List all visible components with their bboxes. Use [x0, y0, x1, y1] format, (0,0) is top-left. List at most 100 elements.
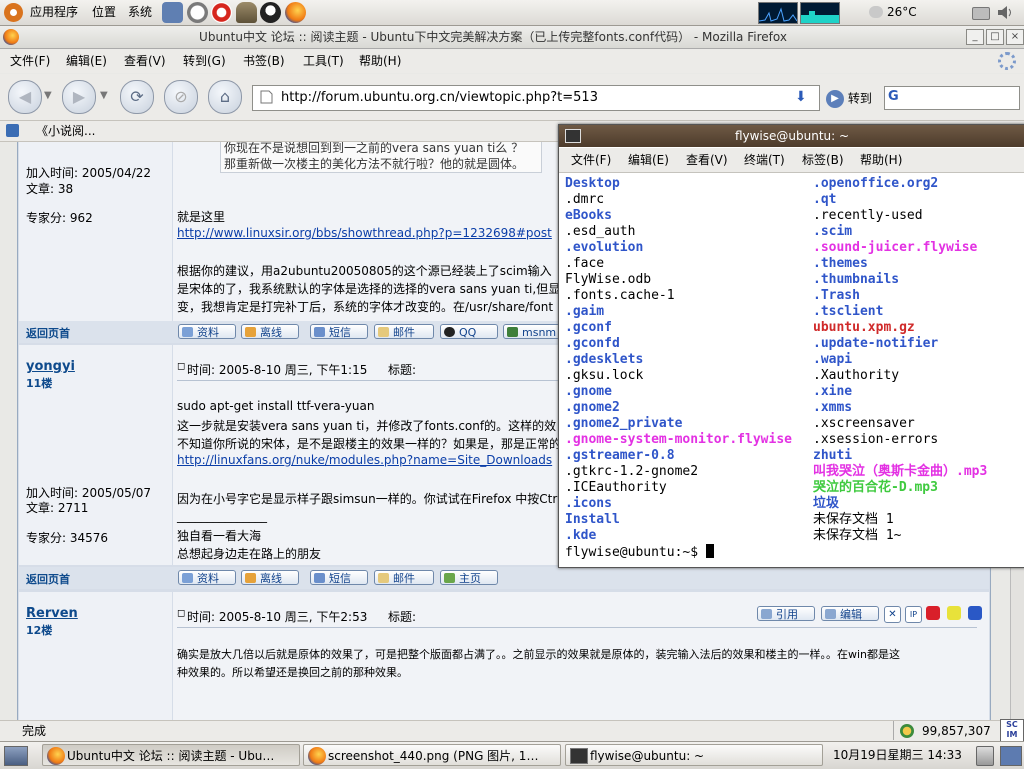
- terminal-window[interactable]: flywise@ubuntu: ~ 文件(F) 编辑(E) 查看(V) 终端(T…: [558, 124, 1024, 568]
- yellow-status-icon[interactable]: [947, 606, 961, 620]
- menu-view[interactable]: 查看(V): [124, 49, 166, 73]
- pm-button[interactable]: 短信: [310, 324, 368, 339]
- file-entry: .gnome: [565, 384, 612, 399]
- menu-edit[interactable]: 编辑(E): [66, 49, 107, 73]
- help-icon[interactable]: [211, 2, 232, 23]
- terminal-menu-terminal[interactable]: 终端(T): [744, 148, 785, 172]
- post-link[interactable]: http://linuxfans.org/nuke/modules.php?na…: [177, 453, 552, 467]
- signature-separator: _______________: [177, 509, 267, 523]
- task-firefox[interactable]: Ubuntu中文 论坛 :: 阅读主题 - Ubu…: [42, 744, 300, 766]
- weather-temperature[interactable]: 26°C: [887, 0, 917, 25]
- url-go-arrow-icon[interactable]: ⬇: [795, 89, 807, 105]
- qq-icon[interactable]: [260, 2, 281, 23]
- back-dropdown-icon[interactable]: ▼: [44, 90, 52, 101]
- offline-button[interactable]: 离线: [241, 324, 299, 339]
- post-subject-label: 标题:: [388, 610, 417, 624]
- terminal-titlebar[interactable]: flywise@ubuntu: ~: [559, 125, 1024, 147]
- search-engine-icon[interactable]: G: [888, 89, 899, 104]
- profile-icon: [182, 327, 193, 337]
- task-terminal[interactable]: flywise@ubuntu: ~: [565, 744, 823, 766]
- workspace-switcher[interactable]: [1000, 746, 1022, 766]
- terminal-menu-help[interactable]: 帮助(H): [860, 148, 902, 172]
- menu-help[interactable]: 帮助(H): [359, 49, 401, 73]
- clock[interactable]: 10月19日星期三 14:33: [833, 742, 962, 769]
- qq-button[interactable]: QQ: [440, 324, 498, 339]
- firefox-titlebar[interactable]: Ubuntu中文 论坛 :: 阅读主题 - Ubuntu下中文完美解决方案（已上…: [0, 26, 1024, 49]
- edit-button[interactable]: 编辑: [821, 606, 879, 621]
- post-author-cell: Rerven 12楼: [19, 592, 172, 720]
- signature-line: 总想起身边走在路上的朋友: [177, 547, 322, 561]
- trash-icon[interactable]: [976, 746, 994, 766]
- volume-icon[interactable]: [998, 6, 1014, 19]
- forward-dropdown-icon[interactable]: ▼: [100, 90, 108, 101]
- author-joined: 加入时间: 2005/04/22: [26, 166, 152, 180]
- delete-icon[interactable]: ✕: [884, 606, 901, 623]
- applications-menu[interactable]: 应用程序: [30, 0, 78, 25]
- go-button[interactable]: ▶ 转到: [826, 87, 872, 109]
- stop-button[interactable]: ⊘: [164, 80, 198, 114]
- quote-button[interactable]: 引用: [757, 606, 815, 621]
- post-author-name[interactable]: Rerven: [26, 606, 78, 621]
- terminal-output[interactable]: Desktop .dmrc eBooks .esd_auth .evolution .fa…: [559, 173, 1024, 567]
- file-entry: 未保存文档 1~: [813, 528, 902, 543]
- url-bar[interactable]: http://forum.ubuntu.org.cn/viewtopic.php…: [252, 85, 820, 111]
- menu-file[interactable]: 文件(F): [10, 49, 50, 73]
- ip-icon[interactable]: IP: [905, 606, 922, 623]
- maximize-button[interactable]: □: [986, 29, 1004, 45]
- terminal-menu-tabs[interactable]: 标签(B): [802, 148, 844, 172]
- terminal-menu-view[interactable]: 查看(V): [686, 148, 728, 172]
- system-menu[interactable]: 系统: [128, 0, 152, 25]
- places-menu[interactable]: 位置: [92, 0, 116, 25]
- terminal-icon: [570, 748, 588, 764]
- pm-button[interactable]: 短信: [310, 570, 368, 585]
- red-status-icon[interactable]: [926, 606, 940, 620]
- reload-button[interactable]: ⟳: [120, 80, 154, 114]
- back-button[interactable]: ◀: [8, 80, 42, 114]
- search-box[interactable]: G: [884, 86, 1020, 110]
- offline-button[interactable]: 离线: [241, 570, 299, 585]
- msn-button[interactable]: msnm: [503, 324, 561, 339]
- back-to-top-link[interactable]: 返回页首: [26, 571, 70, 587]
- post-floor: 11楼: [26, 377, 53, 390]
- blue-status-icon[interactable]: [968, 606, 982, 620]
- clock-app-icon[interactable]: [187, 2, 208, 23]
- file-entry: .gksu.lock: [565, 368, 644, 383]
- email-button[interactable]: 邮件: [374, 324, 434, 339]
- forward-button[interactable]: ▶: [62, 80, 96, 114]
- network-monitor: [800, 2, 840, 24]
- ubuntu-logo-icon[interactable]: [4, 3, 23, 22]
- menu-go[interactable]: 转到(G): [183, 49, 226, 73]
- post-link[interactable]: http://www.linuxsir.org/bbs/showthread.p…: [177, 226, 552, 240]
- profile-button[interactable]: 资料: [178, 324, 236, 339]
- file-entry: .gnome-system-monitor.flywise: [565, 432, 792, 447]
- file-entry: .dmrc: [565, 192, 605, 207]
- scim-icon[interactable]: SC IM: [1000, 719, 1024, 743]
- post-author-name[interactable]: yongyi: [26, 359, 75, 374]
- printer-icon[interactable]: [972, 7, 990, 20]
- bookmark-item[interactable]: 《小说阅...: [36, 121, 95, 141]
- file-entry: Install: [565, 512, 620, 527]
- show-desktop-icon[interactable]: [4, 746, 28, 766]
- task-image-viewer[interactable]: screenshot_440.png (PNG 图片, 1…: [303, 744, 561, 766]
- menu-tools[interactable]: 工具(T): [303, 49, 344, 73]
- terminal-menu-file[interactable]: 文件(F): [571, 148, 611, 172]
- throbber-icon: [998, 52, 1016, 70]
- firefox-icon: [47, 747, 65, 765]
- url-text[interactable]: http://forum.ubuntu.org.cn/viewtopic.php…: [281, 86, 598, 110]
- file-entry: .kde: [565, 528, 597, 543]
- profile-button[interactable]: 资料: [178, 570, 236, 585]
- gnome-icon[interactable]: [162, 2, 183, 23]
- back-to-top-link[interactable]: 返回页首: [26, 325, 70, 341]
- homepage-button[interactable]: 主页: [440, 570, 498, 585]
- firefox-icon[interactable]: [285, 2, 306, 23]
- close-button[interactable]: ×: [1006, 29, 1024, 45]
- terminal-prompt[interactable]: flywise@ubuntu:~$: [565, 544, 714, 560]
- email-button[interactable]: 邮件: [374, 570, 434, 585]
- home-button[interactable]: ⌂: [208, 80, 242, 114]
- terminal-menu-edit[interactable]: 编辑(E): [628, 148, 669, 172]
- gimp-icon[interactable]: [236, 2, 257, 23]
- minimize-button[interactable]: _: [966, 29, 984, 45]
- firefox-icon: [308, 747, 326, 765]
- menu-bookmarks[interactable]: 书签(B): [243, 49, 285, 73]
- terminal-window-icon[interactable]: [565, 129, 581, 143]
